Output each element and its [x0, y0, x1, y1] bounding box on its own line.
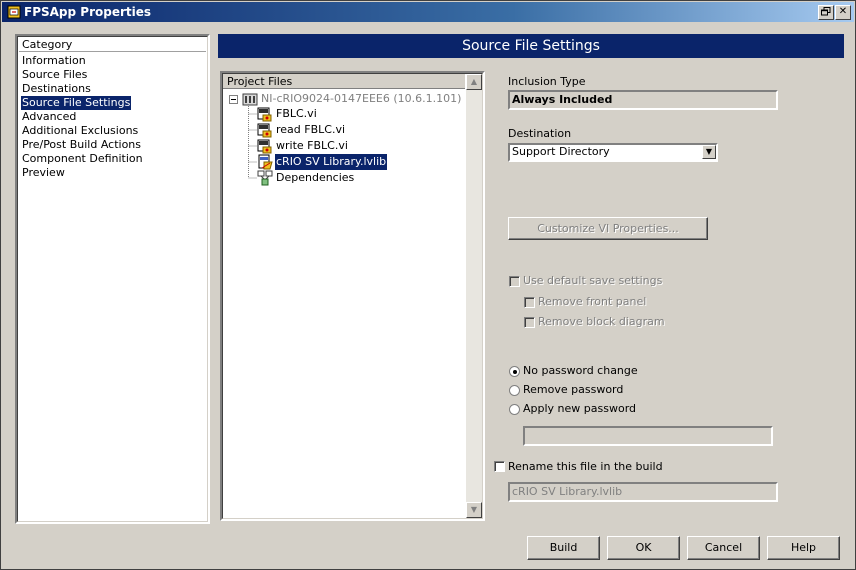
tree-item-label: Dependencies [276, 171, 355, 184]
customize-vi-properties-button[interactable]: Customize VI Properties... [508, 217, 708, 240]
radio-dot [513, 370, 517, 374]
category-item[interactable]: Component Definition [21, 152, 144, 166]
destination-value: Support Directory [512, 145, 610, 158]
rename-checkbox[interactable] [494, 461, 505, 472]
new-password-field[interactable] [523, 426, 773, 446]
use-default-save-label: Use default save settings [523, 274, 663, 287]
inclusion-type-field: Always Included [508, 90, 778, 110]
build-button[interactable]: Build [527, 536, 600, 560]
tree-item[interactable]: write FBLC.vi [257, 138, 457, 154]
category-item[interactable]: Information [21, 54, 87, 68]
collapse-icon[interactable] [229, 95, 238, 104]
page-title: Source File Settings [218, 34, 844, 58]
password-radio[interactable] [509, 404, 520, 415]
restore-icon [821, 7, 831, 16]
use-default-save-checkbox[interactable] [509, 276, 520, 287]
category-item[interactable]: Destinations [21, 82, 92, 96]
tree-item-label: FBLC.vi [276, 107, 317, 120]
rename-field[interactable]: cRIO SV Library.lvlib [508, 482, 778, 502]
title-bar[interactable]: FPSApp Properties ✕ [2, 2, 854, 22]
tree-item[interactable]: read FBLC.vi [257, 122, 457, 138]
cancel-button[interactable]: Cancel [687, 536, 760, 560]
category-item[interactable]: Additional Exclusions [21, 124, 139, 138]
password-radio[interactable] [509, 385, 520, 396]
category-item[interactable]: Source Files [21, 68, 88, 82]
dependencies-icon [257, 170, 273, 191]
category-item[interactable]: Preview [21, 166, 66, 180]
ok-button[interactable]: OK [607, 536, 680, 560]
password-radio-label: Remove password [523, 383, 624, 396]
close-button[interactable]: ✕ [835, 5, 851, 20]
chevron-down-icon: ▼ [705, 147, 713, 156]
window-title: FPSApp Properties [24, 5, 152, 19]
password-radio[interactable] [509, 366, 520, 377]
tree-item[interactable]: cRIO SV Library.lvlib [257, 153, 457, 171]
destination-label: Destination [508, 127, 572, 140]
project-files-tree[interactable]: Project Files NI-cRIO9024-0147EEE6 (10.6… [220, 71, 485, 521]
restore-button[interactable] [818, 5, 834, 20]
tree-scrollbar[interactable]: ▲ ▼ [466, 74, 482, 518]
remove-block-diagram-label: Remove block diagram [538, 315, 665, 328]
category-list[interactable]: Category Information Source Files Destinat… [15, 34, 210, 524]
scroll-up-button[interactable]: ▲ [466, 74, 482, 90]
remove-block-diagram-checkbox[interactable] [524, 317, 535, 328]
app-icon [7, 5, 21, 19]
arrow-up-icon: ▲ [470, 77, 478, 86]
category-item[interactable]: Source File Settings [21, 96, 132, 110]
category-item[interactable]: Pre/Post Build Actions [21, 138, 142, 152]
tree-item[interactable]: Dependencies [257, 170, 457, 186]
tree-item-label: cRIO SV Library.lvlib [273, 153, 389, 171]
remove-front-panel-checkbox[interactable] [524, 297, 535, 308]
dropdown-button[interactable]: ▼ [702, 145, 716, 159]
scroll-down-button[interactable]: ▼ [466, 502, 482, 518]
project-files-header: Project Files [223, 74, 465, 89]
help-button[interactable]: Help [767, 536, 840, 560]
tree-root-label: NI-cRIO9024-0147EEE6 (10.6.1.101) [261, 92, 462, 105]
inclusion-type-label: Inclusion Type [508, 75, 586, 88]
password-radio-label: Apply new password [523, 402, 637, 415]
arrow-down-icon: ▼ [470, 505, 478, 514]
properties-dialog: FPSApp Properties ✕ Category Information… [0, 0, 856, 570]
category-header: Category [19, 38, 206, 52]
tree-item-label: write FBLC.vi [276, 139, 348, 152]
close-icon: ✕ [838, 6, 848, 17]
category-item[interactable]: Advanced [21, 110, 77, 124]
destination-select[interactable]: Support Directory ▼ [508, 143, 718, 162]
rename-label: Rename this file in the build [508, 460, 663, 473]
password-radio-label: No password change [523, 364, 638, 377]
tree-item-label: read FBLC.vi [276, 123, 346, 136]
tree-item[interactable]: FBLC.vi [257, 106, 457, 122]
remove-front-panel-label: Remove front panel [538, 295, 647, 308]
